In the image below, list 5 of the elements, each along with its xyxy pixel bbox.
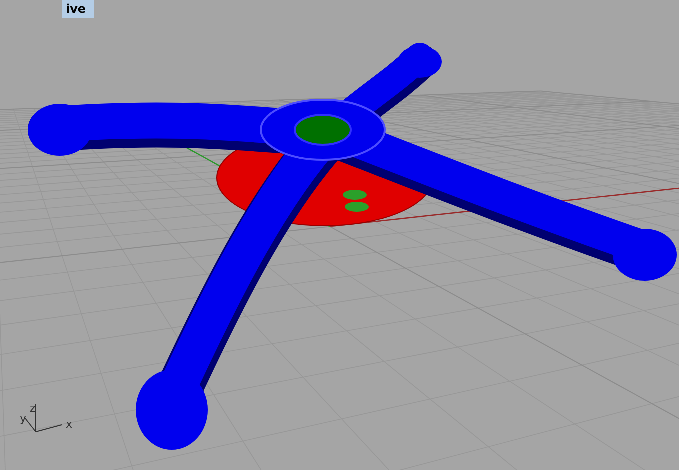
axis-label: z — [30, 402, 36, 415]
axis-label: x — [66, 418, 73, 431]
axis-icon — [24, 404, 62, 432]
viewport-title[interactable]: ive — [62, 0, 94, 18]
axis-label: y — [20, 412, 27, 425]
